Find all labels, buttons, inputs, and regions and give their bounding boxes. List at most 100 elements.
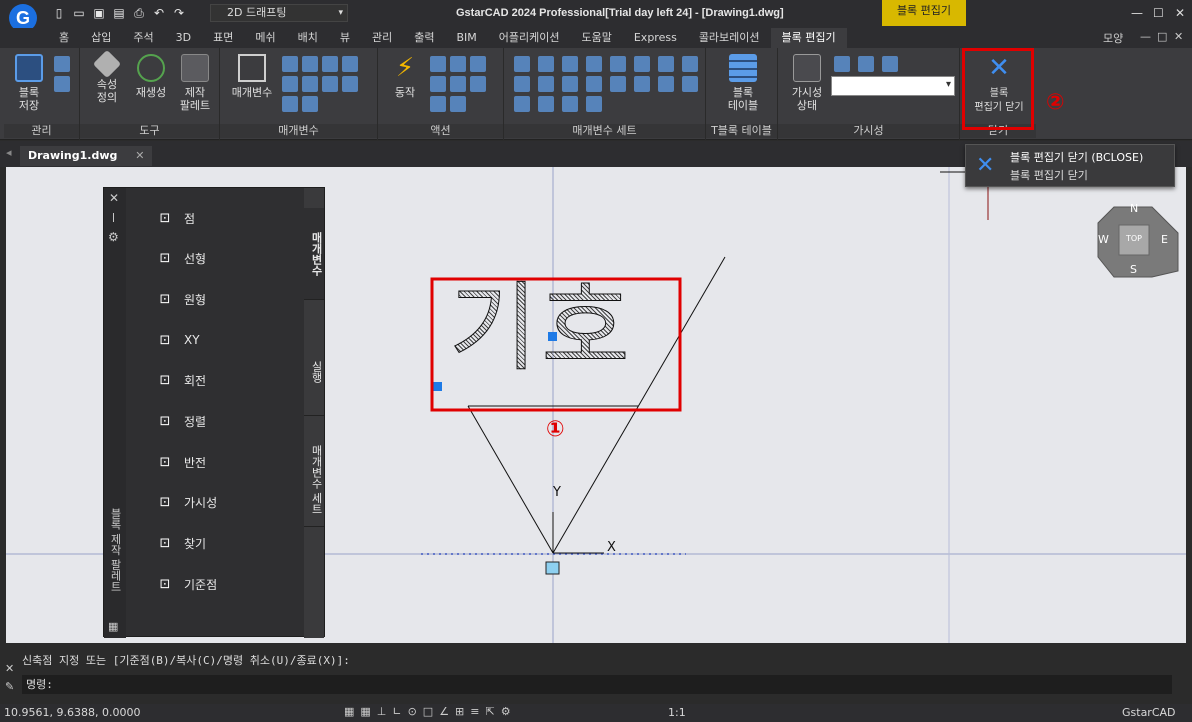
undo-icon[interactable]: ↶: [152, 6, 166, 20]
ribbon-tab-5[interactable]: 메쉬: [244, 28, 286, 48]
ribbon-tab-12[interactable]: 도움말: [570, 28, 622, 48]
palette-item[interactable]: ⊡ 기준점: [154, 572, 218, 596]
array-action-icon[interactable]: [430, 96, 446, 112]
minimize-button[interactable]: —: [1131, 6, 1143, 20]
palette-settings-icon[interactable]: ⚙: [108, 230, 119, 244]
polar-stretch-icon[interactable]: [430, 76, 446, 92]
make-visible-icon[interactable]: [858, 56, 874, 72]
palette-item[interactable]: ⊡ 가시성: [154, 491, 218, 515]
polar-stretch-set-icon[interactable]: [682, 56, 698, 72]
parameter-button[interactable]: 매개변수: [226, 54, 278, 99]
flip-set-icon[interactable]: [538, 96, 554, 112]
viewcube-north[interactable]: N: [1130, 202, 1138, 215]
open-folder-icon[interactable]: ▭: [72, 6, 86, 20]
polar-move-icon[interactable]: [658, 56, 674, 72]
basepoint-icon[interactable]: [302, 96, 318, 112]
scale-action-icon[interactable]: [450, 56, 466, 72]
stretch-action-icon[interactable]: [470, 56, 486, 72]
new-file-icon[interactable]: ▯: [52, 6, 66, 20]
palette-item[interactable]: ⊡ 찾기: [154, 532, 207, 556]
visibility-state-select[interactable]: [831, 76, 955, 96]
xy-move-icon[interactable]: [586, 76, 602, 92]
palette-autohide-icon[interactable]: ǀ: [112, 212, 115, 223]
polar-array-icon[interactable]: [514, 76, 530, 92]
move-action-icon[interactable]: [430, 56, 446, 72]
ribbon-tab-11[interactable]: 어플리케이션: [488, 28, 571, 48]
palette-grid-icon[interactable]: ▦: [108, 620, 118, 633]
ribbon-tab-0[interactable]: 홈: [48, 28, 80, 48]
save-as-block-icon[interactable]: [54, 76, 70, 92]
xy-array-box-icon[interactable]: [682, 76, 698, 92]
linear-move-pair-icon[interactable]: [610, 56, 626, 72]
lookup-set-icon[interactable]: [586, 96, 602, 112]
rotate-action-icon[interactable]: [450, 76, 466, 92]
ribbon-tab-13[interactable]: Express: [623, 28, 688, 48]
ribbon-restore-button[interactable]: □: [1157, 30, 1167, 43]
workspace-dropdown[interactable]: 2D 드래프팅 ▾: [210, 4, 348, 22]
ribbon-tab-1[interactable]: 삽입: [80, 28, 122, 48]
tab-scroll-left-icon[interactable]: ◂: [6, 146, 12, 159]
attribute-definition-button[interactable]: 속성 정의: [84, 49, 130, 104]
regen-button[interactable]: 재생성: [128, 54, 174, 99]
palette-item[interactable]: ⊡ 반전: [154, 450, 207, 474]
viewcube-south[interactable]: S: [1130, 263, 1137, 276]
point-move-icon[interactable]: [514, 56, 530, 72]
authoring-palette-button[interactable]: 제작 팔레트: [172, 54, 218, 112]
polar-move-pair-icon[interactable]: [538, 76, 554, 92]
viewcube-west[interactable]: W: [1098, 233, 1109, 246]
ribbon-tab-4[interactable]: 표면: [202, 28, 244, 48]
visibility-mode-icon[interactable]: [834, 56, 850, 72]
palette-tab-parameters[interactable]: 매개변수: [304, 208, 324, 300]
save-block-button[interactable]: 블록 저장: [6, 54, 52, 112]
make-invisible-icon[interactable]: [882, 56, 898, 72]
xy-move-box-icon[interactable]: [634, 76, 650, 92]
annotation-scale[interactable]: 1:1: [668, 706, 686, 719]
palette-item[interactable]: ⊡ 선형: [154, 247, 207, 271]
command-close-icon[interactable]: ✕: [5, 662, 14, 675]
align-icon[interactable]: [302, 76, 318, 92]
linear-move-icon[interactable]: [538, 56, 554, 72]
palette-item[interactable]: ⊡ 정렬: [154, 410, 207, 434]
save-as-icon[interactable]: ▤: [112, 6, 126, 20]
ribbon-tab-6[interactable]: 배치: [287, 28, 329, 48]
maximize-button[interactable]: ☐: [1153, 6, 1164, 20]
print-icon[interactable]: ⎙: [132, 6, 146, 20]
linear-array-icon[interactable]: [586, 56, 602, 72]
ribbon-tab-14[interactable]: 콜라보레이션: [688, 28, 771, 48]
ribbon-tab-3[interactable]: 3D: [165, 28, 202, 48]
palette-close-icon[interactable]: ✕: [109, 191, 119, 205]
viewcube-top[interactable]: TOP: [1126, 234, 1142, 243]
xy-move-pair-icon[interactable]: [610, 76, 626, 92]
block-table-button[interactable]: 블록 테이블: [720, 54, 766, 112]
visibility-states-button[interactable]: 가시성 상태: [784, 54, 830, 112]
rotation-icon[interactable]: [282, 76, 298, 92]
ribbon-tab-8[interactable]: 관리: [361, 28, 403, 48]
ribbon-tab-2[interactable]: 주석: [122, 28, 164, 48]
viewcube-east[interactable]: E: [1161, 233, 1168, 246]
rotation-set-icon[interactable]: [514, 96, 530, 112]
save-icon[interactable]: ▣: [92, 6, 106, 20]
test-block-icon[interactable]: [54, 56, 70, 72]
close-app-button[interactable]: ✕: [1175, 6, 1185, 20]
palette-item[interactable]: ⊡ 원형: [154, 287, 207, 311]
command-input[interactable]: 명령:: [22, 675, 1172, 694]
ribbon-min-button[interactable]: —: [1140, 30, 1151, 43]
action-button[interactable]: ⚡ 동작: [382, 54, 428, 99]
lookup-icon[interactable]: [282, 96, 298, 112]
flip-icon[interactable]: [322, 76, 338, 92]
palette-item[interactable]: ⊡ 점: [154, 206, 196, 230]
visibility-icon[interactable]: [342, 76, 358, 92]
redo-icon[interactable]: ↷: [172, 6, 186, 20]
ribbon-tab-10[interactable]: BIM: [445, 28, 487, 48]
palette-tab-param-sets[interactable]: 매개변수 세트: [304, 433, 324, 527]
style-menu[interactable]: 모양: [1103, 30, 1123, 46]
xy-icon[interactable]: [342, 56, 358, 72]
palette-item[interactable]: ⊡ XY: [154, 328, 200, 352]
linear-stretch-icon[interactable]: [562, 56, 578, 72]
document-tab[interactable]: Drawing1.dwg ✕: [20, 146, 153, 166]
ribbon-tab-7[interactable]: 뷰: [329, 28, 361, 48]
document-tab-close-icon[interactable]: ✕: [135, 149, 144, 162]
polar-stretch-pair-icon[interactable]: [562, 76, 578, 92]
point-icon[interactable]: [282, 56, 298, 72]
command-customize-icon[interactable]: ✎: [5, 680, 14, 693]
